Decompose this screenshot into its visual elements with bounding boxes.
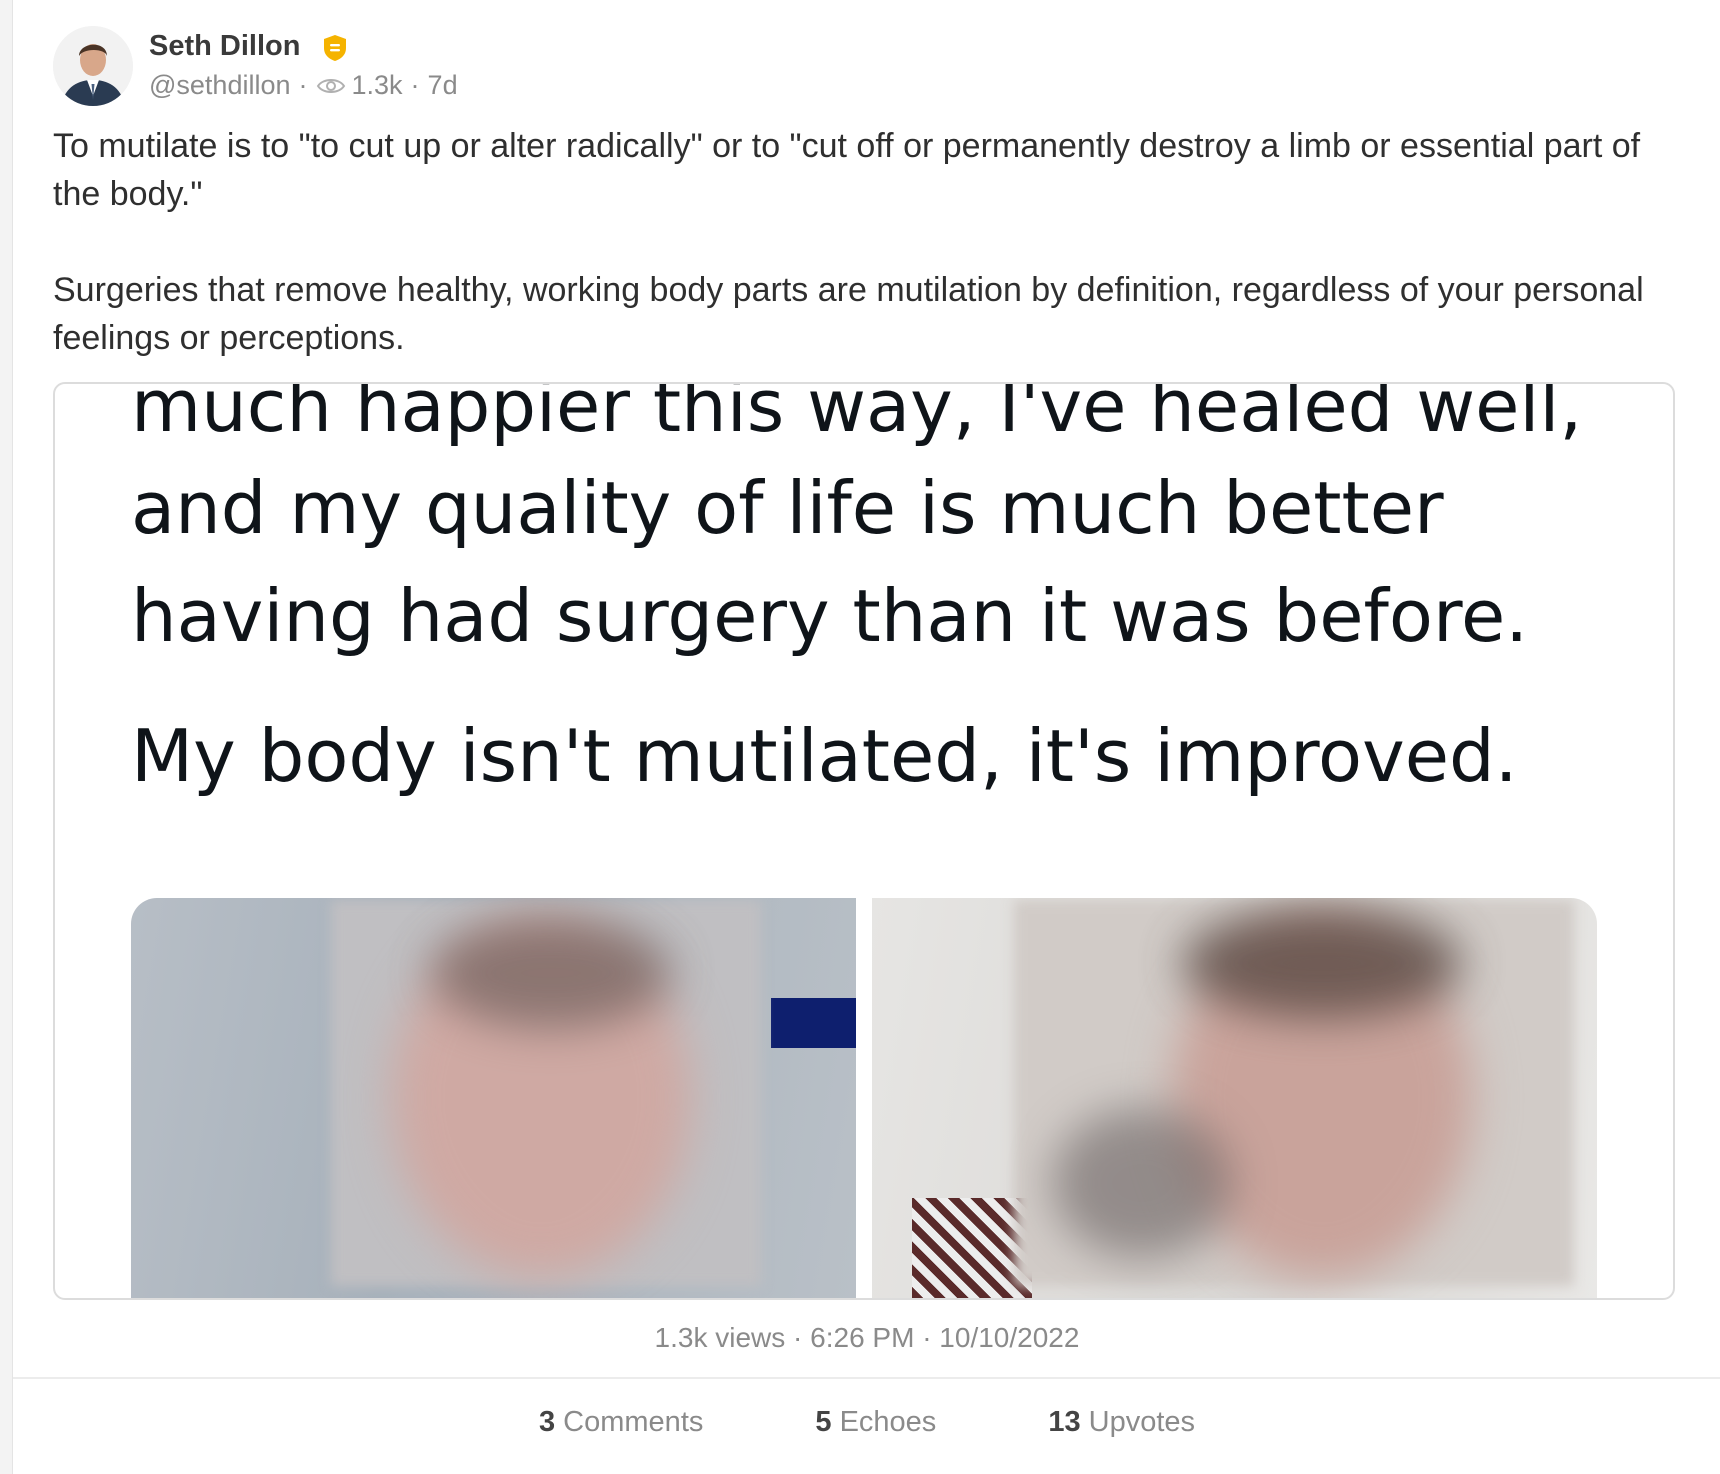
post-stats: 1.3k views · 6:26 PM · 10/10/2022 (654, 1322, 1080, 1353)
view-count: 1.3k (351, 70, 403, 100)
image-quote-line: My body isn't mutilated, it's improved. (131, 714, 1518, 798)
upvotes-label: Upvotes (1088, 1406, 1196, 1438)
upvotes-count: 13 (1048, 1406, 1081, 1438)
author-avatar[interactable] (53, 26, 133, 106)
image-quote-line: having had surgery than it was before. (131, 574, 1529, 658)
author-name[interactable]: Seth Dillon (149, 30, 300, 63)
post-paragraph: To mutilate is to "to cut up or alter ra… (53, 127, 1641, 213)
echoes-label: Echoes (839, 1406, 937, 1438)
post-age[interactable]: 7d (428, 70, 458, 101)
image-quote-line: and my quality of life is much better (131, 466, 1444, 550)
image-quote-line: much happier this way, I've healed well, (131, 382, 1583, 448)
echoes-button[interactable]: 5 Echoes (815, 1406, 936, 1439)
verified-shield-icon (324, 35, 346, 61)
embedded-image[interactable]: much happier this way, I've healed well,… (53, 382, 1675, 1300)
tile-accent (771, 998, 856, 1048)
upvotes-button[interactable]: 13 Upvotes (1048, 1406, 1195, 1439)
comments-count: 3 (538, 1406, 556, 1438)
comments-button[interactable]: 3 Comments (539, 1406, 703, 1439)
comments-label: Comments (563, 1406, 704, 1438)
meta-separator: · (298, 70, 308, 100)
blurred-shadow (1052, 1108, 1232, 1258)
author-handle[interactable]: @sethdillon (149, 70, 291, 101)
divider (13, 1377, 1720, 1379)
blurred-hair (431, 918, 671, 1028)
blurred-hair (1182, 908, 1462, 1018)
post-paragraph: Surgeries that remove healthy, working b… (53, 271, 1644, 357)
post-meta: @sethdillon · 1.3k · 7d (149, 70, 458, 101)
eye-icon (316, 78, 345, 93)
post-body: To mutilate is to "to cut up or alter ra… (53, 122, 1693, 362)
blurred-photo-right (872, 898, 1597, 1298)
blurred-photo-left (131, 898, 856, 1298)
meta-separator: · (410, 70, 420, 100)
post-card: Seth Dillon @sethdillon · 1.3k · 7d To m… (12, 0, 1720, 1474)
echoes-count: 5 (815, 1406, 832, 1438)
post-actions: 3 Comments 5 Echoes 13 Upvotes (13, 1406, 1720, 1439)
